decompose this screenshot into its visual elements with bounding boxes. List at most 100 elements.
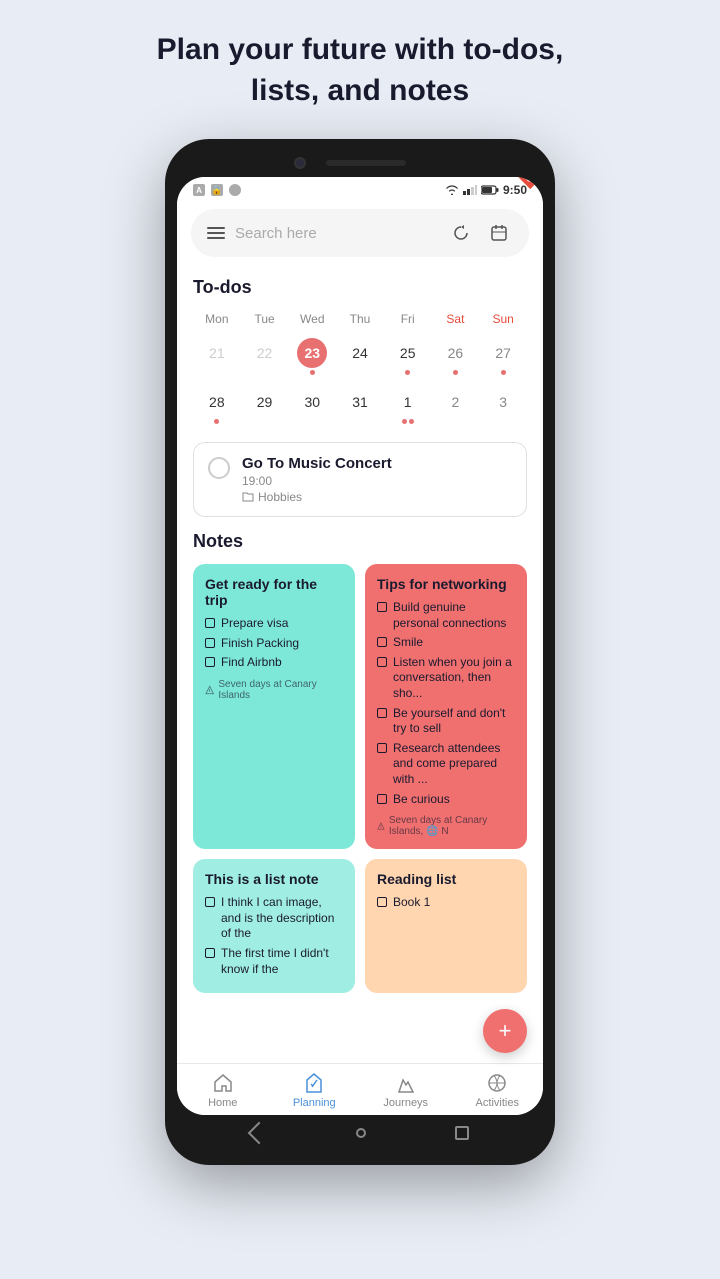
- scroll-spacer: [193, 1003, 527, 1063]
- note-list-checklist: I think I can image, and is the descript…: [205, 895, 343, 977]
- note-card-reading[interactable]: Reading list Book 1: [365, 859, 527, 993]
- list-item: I think I can image, and is the descript…: [205, 895, 343, 942]
- note-network-footer: Seven days at Canary Islands, 🌐 N: [377, 815, 515, 837]
- todo-checkbox[interactable]: [208, 457, 230, 479]
- todo-item[interactable]: Go To Music Concert 19:00 Hobbies: [193, 442, 527, 517]
- phone-frame: DEBUG A 🔒: [165, 139, 555, 1165]
- battery-icon: [481, 185, 499, 195]
- phone-screen: DEBUG A 🔒: [177, 177, 543, 1115]
- search-actions: [447, 219, 513, 247]
- day-tue: Tue: [241, 310, 289, 328]
- todo-content: Go To Music Concert 19:00 Hobbies: [242, 455, 392, 504]
- note-network-list: Build genuine personal connections Smile…: [377, 600, 515, 807]
- nav-journeys-label: Journeys: [383, 1097, 428, 1109]
- recent-button[interactable]: [455, 1126, 469, 1140]
- fab-button[interactable]: +: [483, 1009, 527, 1053]
- list-item: Book 1: [377, 895, 515, 911]
- note-list-title: This is a list note: [205, 871, 343, 887]
- wifi-icon: [445, 185, 459, 195]
- nav-journeys[interactable]: Journeys: [376, 1072, 436, 1109]
- phone-speaker: [326, 160, 406, 166]
- day-wed: Wed: [288, 310, 336, 328]
- day-mon: Mon: [193, 310, 241, 328]
- folder-icon: [242, 491, 254, 503]
- cal-25[interactable]: 25: [384, 334, 432, 379]
- bottom-nav: Home Planning: [177, 1063, 543, 1115]
- cal-1[interactable]: 1: [384, 383, 432, 428]
- notes-section: Notes Get ready for the trip Prepare vis…: [193, 531, 527, 993]
- nav-activities[interactable]: Activities: [467, 1072, 527, 1109]
- back-button[interactable]: [248, 1122, 271, 1145]
- calendar-button[interactable]: [485, 219, 513, 247]
- calendar: Mon Tue Wed Thu Fri Sat Sun 21 22 23 24: [193, 310, 527, 428]
- note-card-trip[interactable]: Get ready for the trip Prepare visa Fini…: [193, 564, 355, 849]
- status-right-icons: 9:50: [445, 183, 527, 197]
- nav-planning[interactable]: Planning: [284, 1072, 344, 1109]
- warning-icon: [205, 685, 214, 695]
- nav-planning-label: Planning: [293, 1097, 336, 1109]
- note-trip-footer: Seven days at Canary Islands: [205, 679, 343, 701]
- todo-tag: Hobbies: [242, 490, 392, 504]
- menu-button[interactable]: [207, 227, 225, 239]
- status-icon-lock: 🔒: [211, 184, 223, 196]
- todos-title: To-dos: [193, 277, 527, 298]
- cal-3[interactable]: 3: [479, 383, 527, 428]
- signal-icon: [463, 185, 477, 195]
- cal-21[interactable]: 21: [193, 334, 241, 379]
- list-item: Be curious: [377, 792, 515, 808]
- day-sun: Sun: [479, 310, 527, 328]
- headline: Plan your future with to-dos, lists, and…: [117, 30, 604, 111]
- cal-28[interactable]: 28: [193, 383, 241, 428]
- nav-home-label: Home: [208, 1097, 237, 1109]
- day-sat: Sat: [432, 310, 480, 328]
- cal-2[interactable]: 2: [432, 383, 480, 428]
- cal-27[interactable]: 27: [479, 334, 527, 379]
- cal-26[interactable]: 26: [432, 334, 480, 379]
- search-bar[interactable]: Search here: [191, 209, 529, 257]
- reading-list: Book 1: [377, 895, 515, 911]
- notes-grid: Get ready for the trip Prepare visa Fini…: [193, 564, 527, 993]
- list-item: Smile: [377, 635, 515, 651]
- home-icon: [212, 1072, 234, 1094]
- notes-title: Notes: [193, 531, 527, 552]
- list-item: The first time I didn't know if the: [205, 946, 343, 977]
- calendar-week1: 21 22 23 24 25 26 27: [193, 334, 527, 379]
- refresh-button[interactable]: [447, 219, 475, 247]
- day-thu: Thu: [336, 310, 384, 328]
- todo-title: Go To Music Concert: [242, 455, 392, 472]
- status-icon-a: A: [193, 184, 205, 196]
- note-card-networking[interactable]: Tips for networking Build genuine person…: [365, 564, 527, 849]
- cal-23-today[interactable]: 23: [288, 334, 336, 379]
- list-item: Research attendees and come prepared wit…: [377, 741, 515, 788]
- status-bar: A 🔒: [177, 177, 543, 201]
- search-bar-area: Search here: [177, 201, 543, 267]
- note-card-list[interactable]: This is a list note I think I can image,…: [193, 859, 355, 993]
- todo-time: 19:00: [242, 474, 392, 488]
- list-item: Prepare visa: [205, 616, 343, 632]
- note-trip-list: Prepare visa Finish Packing Find Airbnb: [205, 616, 343, 671]
- nav-home[interactable]: Home: [193, 1072, 253, 1109]
- list-item: Finish Packing: [205, 636, 343, 652]
- activities-icon: [486, 1072, 508, 1094]
- home-button[interactable]: [356, 1128, 366, 1138]
- status-time: 9:50: [503, 183, 527, 197]
- status-icon-circle: [229, 184, 241, 196]
- cal-30[interactable]: 30: [288, 383, 336, 428]
- list-item: Build genuine personal connections: [377, 600, 515, 631]
- cal-31[interactable]: 31: [336, 383, 384, 428]
- phone-camera: [294, 157, 306, 169]
- search-placeholder[interactable]: Search here: [235, 225, 437, 242]
- cal-29[interactable]: 29: [241, 383, 289, 428]
- list-item: Find Airbnb: [205, 655, 343, 671]
- warning-icon: [377, 821, 385, 831]
- cal-24[interactable]: 24: [336, 334, 384, 379]
- list-item: Be yourself and don't try to sell: [377, 706, 515, 737]
- cal-22[interactable]: 22: [241, 334, 289, 379]
- phone-notch: [177, 157, 543, 169]
- list-item: Listen when you join a conversation, the…: [377, 655, 515, 702]
- planning-icon: [303, 1072, 325, 1094]
- day-fri: Fri: [384, 310, 432, 328]
- status-left-icons: A 🔒: [193, 184, 241, 196]
- note-trip-title: Get ready for the trip: [205, 576, 343, 608]
- note-network-title: Tips for networking: [377, 576, 515, 592]
